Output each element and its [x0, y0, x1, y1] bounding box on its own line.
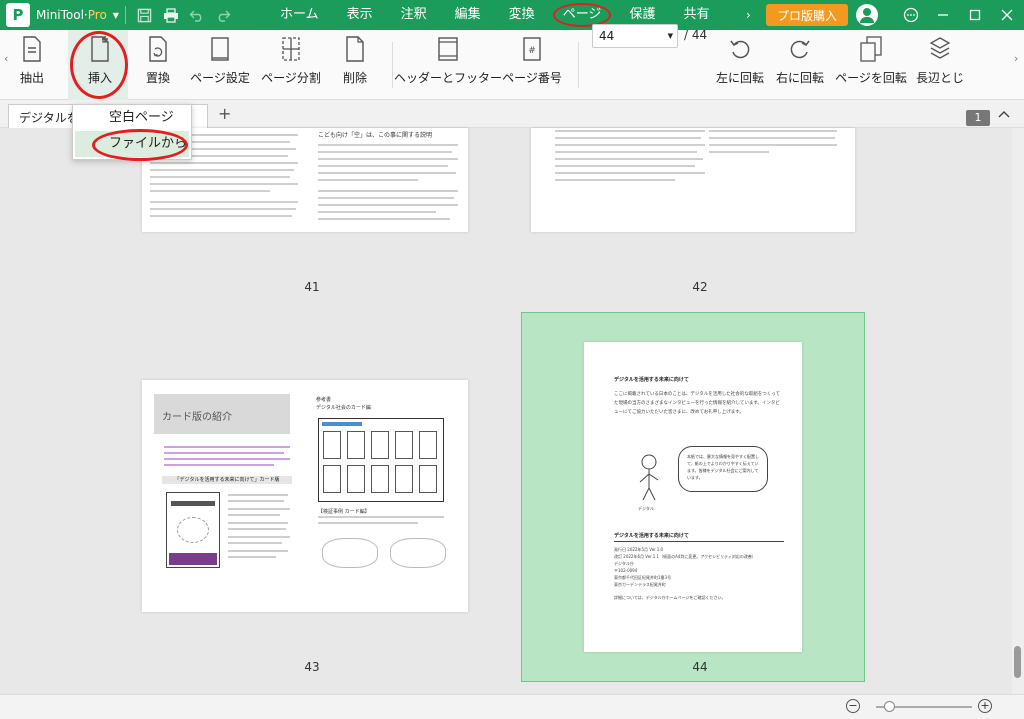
feedback-icon[interactable]	[896, 0, 926, 30]
page-number-button[interactable]: # ページ番号	[500, 34, 564, 96]
page-number-41: 41	[304, 280, 320, 294]
page-count-badge: 1	[966, 110, 990, 126]
rotate-right-icon	[787, 34, 813, 64]
extract-button[interactable]: 抽出	[14, 34, 50, 96]
rotate-left-button[interactable]: 左に回転	[712, 34, 768, 96]
page-number-44: 44	[692, 660, 708, 674]
zoom-slider-knob[interactable]	[884, 701, 895, 712]
scrollbar-thumb[interactable]	[1014, 646, 1021, 678]
extract-icon	[19, 34, 45, 64]
rotate-right-button[interactable]: 右に回転	[772, 34, 828, 96]
illustration-image	[322, 538, 378, 568]
vertical-scrollbar[interactable]	[1012, 128, 1024, 694]
person-illustration-icon	[634, 452, 664, 502]
from-file-highlight-circle	[92, 129, 188, 161]
rotate-page-button[interactable]: ページを回転	[834, 34, 908, 96]
split-page-icon	[278, 34, 304, 64]
app-logo: P	[6, 3, 30, 27]
page-thumbnail-43[interactable]: カード版の紹介 「デジタルを活用する未来に向けて」カード版 参考書 デジタル社会…	[142, 380, 468, 612]
split-page-button[interactable]: ページ分割	[258, 34, 324, 96]
zoom-in-icon[interactable]: +	[978, 699, 992, 713]
buy-pro-button[interactable]: プロ版購入	[766, 4, 848, 26]
minimize-icon[interactable]	[928, 0, 958, 30]
ribbon-scroll-right-icon[interactable]: ›	[1014, 52, 1018, 65]
long-edge-binding-icon	[927, 34, 953, 64]
insert-highlight-circle	[70, 31, 128, 99]
page-total-label: / 44	[684, 28, 708, 42]
menu-convert[interactable]: 変換	[495, 0, 549, 30]
menu-edit[interactable]: 編集	[441, 0, 495, 30]
zoom-out-icon[interactable]: −	[846, 699, 860, 713]
save-icon[interactable]	[132, 3, 158, 27]
header-footer-button[interactable]: ヘッダーとフッター	[394, 34, 502, 96]
speech-bubble: 本紙では、膨大な情報を見やすく配置して、紙の上でよりわかりやすく伝えています。皆…	[678, 446, 768, 492]
page-number-icon: #	[519, 34, 545, 64]
ribbon-scroll-left-icon[interactable]: ‹	[4, 52, 8, 65]
status-bar: − +	[0, 694, 1024, 719]
undo-icon[interactable]	[184, 3, 210, 27]
redo-icon[interactable]	[210, 3, 236, 27]
colophon: 発行日 2022年5月 Ver.1.0 改訂 2022年6月 Ver.1.1（紙…	[614, 547, 756, 600]
delete-button[interactable]: 削除	[336, 34, 374, 96]
page-thumbnail-44[interactable]: デジタルを活用する未来に向けて ここに掲載されている日本のことは、デジタルを活用…	[584, 342, 802, 652]
replace-icon	[145, 34, 171, 64]
page-number-43: 43	[304, 660, 320, 674]
chevron-down-icon: ▼	[667, 32, 673, 40]
rotate-left-icon	[727, 34, 753, 64]
replace-button[interactable]: 置換	[138, 34, 178, 96]
card-grid-image	[318, 418, 444, 502]
rotate-page-icon	[858, 34, 884, 64]
menu-view[interactable]: 表示	[333, 0, 387, 30]
page-setup-icon	[207, 34, 233, 64]
user-avatar-icon[interactable]	[856, 4, 878, 26]
maximize-icon[interactable]	[960, 0, 990, 30]
collapse-ribbon-icon[interactable]	[998, 109, 1010, 122]
add-tab-icon[interactable]: +	[218, 104, 231, 123]
long-edge-binding-button[interactable]: 長辺とじ	[916, 34, 964, 96]
app-name: MiniTool·Pro	[36, 8, 107, 22]
page-number-42: 42	[692, 280, 708, 294]
app-menu-caret-icon[interactable]: ▼	[113, 11, 119, 20]
header-footer-icon	[435, 34, 461, 64]
card-cover-image	[166, 492, 220, 568]
menu-scroll-right-icon[interactable]: ›	[746, 0, 751, 30]
page-number-select[interactable]: 44 ▼	[592, 24, 678, 48]
menu-annotate[interactable]: 注釈	[387, 0, 441, 30]
print-icon[interactable]	[158, 3, 184, 27]
close-icon[interactable]	[992, 0, 1022, 30]
menu-home[interactable]: ホーム	[266, 0, 333, 30]
menu-item-blank-page[interactable]: 空白ページ	[73, 105, 191, 131]
page-setup-button[interactable]: ページ設定	[186, 34, 254, 96]
delete-icon	[342, 34, 368, 64]
page-thumbnail-42[interactable]	[531, 128, 855, 232]
illustration-image	[390, 538, 446, 568]
svg-text:#: #	[528, 46, 536, 56]
